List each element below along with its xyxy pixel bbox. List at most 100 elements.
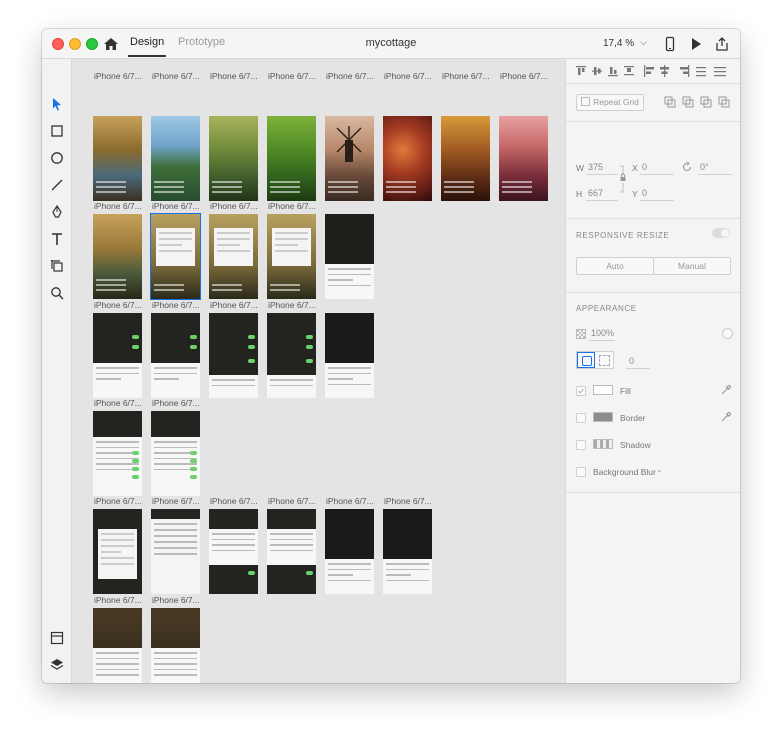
width-input[interactable] [586,162,618,175]
lock-aspect-icon[interactable] [619,165,627,193]
select-tool-icon[interactable] [49,96,65,112]
artboard-label[interactable]: iPhone 6/7... [152,595,208,605]
artboard-label[interactable]: iPhone 6/7... [326,71,382,81]
repeat-grid-button[interactable]: Repeat Grid [576,94,644,111]
border-checkbox[interactable] [576,413,586,423]
zoom-tool-icon[interactable] [49,285,65,301]
artboard[interactable] [93,313,142,398]
artboard-label[interactable]: iPhone 6/7... [94,398,150,408]
artboard-label[interactable]: iPhone 6/7... [500,71,556,81]
artboard-label[interactable]: iPhone 6/7... [268,300,324,310]
artboard[interactable] [93,608,142,683]
artboard[interactable] [151,313,200,398]
zoom-level[interactable]: 17,4 % [603,38,634,49]
artboard-label[interactable]: iPhone 6/7... [210,71,266,81]
artboard[interactable] [151,116,200,201]
opacity-slider-handle[interactable] [722,328,733,339]
ellipse-tool-icon[interactable] [49,150,65,166]
artboard-label[interactable]: iPhone 6/7... [268,71,324,81]
artboard[interactable] [93,116,142,201]
artboard[interactable] [93,411,142,496]
share-icon[interactable] [714,36,730,52]
background-blur-checkbox[interactable] [576,467,586,477]
artboard[interactable] [325,214,374,299]
artboard-label[interactable]: iPhone 6/7... [152,496,208,506]
artboard-label[interactable]: iPhone 6/7... [442,71,498,81]
artboard[interactable] [267,313,316,398]
artboard-label[interactable]: iPhone 6/7... [152,71,208,81]
artboard-label[interactable]: iPhone 6/7... [94,496,150,506]
assets-panel-icon[interactable] [49,630,65,646]
x-input[interactable] [640,162,674,175]
artboard-label[interactable]: iPhone 6/7... [152,201,208,211]
artboard-label[interactable]: iPhone 6/7... [268,496,324,506]
artboard[interactable] [499,116,548,201]
artboard-label[interactable]: iPhone 6/7... [94,595,150,605]
artboard-label[interactable]: iPhone 6/7... [384,496,440,506]
artboard[interactable] [151,509,200,594]
align-icons[interactable] [576,65,686,77]
artboard-label[interactable]: iPhone 6/7... [268,201,324,211]
artboard-label[interactable]: iPhone 6/7... [152,398,208,408]
rotation-input[interactable] [698,162,732,175]
artboard[interactable] [441,116,490,201]
artboard[interactable] [209,116,258,201]
fill-checkbox[interactable] [576,386,586,396]
y-input[interactable] [640,188,674,201]
shadow-color-swatch[interactable] [593,439,613,449]
text-tool-icon[interactable] [49,231,65,247]
artboard-label[interactable]: iPhone 6/7... [210,496,266,506]
layers-panel-icon[interactable] [49,657,65,673]
pen-tool-icon[interactable] [49,204,65,220]
artboard[interactable] [151,411,200,496]
opacity-icon [576,329,586,339]
eyedropper-icon[interactable] [720,384,732,396]
line-tool-icon[interactable] [49,177,65,193]
design-canvas[interactable]: iPhone 6/7... iPhone 6/7... iPhone 6/7..… [72,59,565,683]
responsive-resize-toggle[interactable] [712,228,730,238]
border-color-swatch[interactable] [593,412,613,422]
uniform-corner-button[interactable] [577,352,595,368]
artboard[interactable] [383,509,432,594]
device-preview-icon[interactable] [662,36,678,52]
fill-color-swatch[interactable] [593,385,613,395]
artboard[interactable] [93,509,142,594]
shadow-checkbox[interactable] [576,440,586,450]
artboard[interactable] [267,509,316,594]
artboard[interactable] [325,509,374,594]
artboard-label[interactable]: iPhone 6/7... [152,300,208,310]
chevron-down-icon[interactable]: ⌵ [640,37,647,48]
artboard[interactable] [209,313,258,398]
artboard[interactable] [383,116,432,201]
artboard-label[interactable]: iPhone 6/7... [94,300,150,310]
artboard[interactable] [151,608,200,683]
artboard-selected[interactable] [150,213,201,300]
artboard[interactable] [325,116,374,201]
individual-corner-button[interactable] [599,355,610,366]
artboard-label[interactable]: iPhone 6/7... [210,201,266,211]
artboard-label[interactable]: iPhone 6/7... [94,201,150,211]
chevron-down-icon[interactable]: ⌄ [656,465,663,474]
rectangle-tool-icon[interactable] [49,123,65,139]
artboard-label[interactable]: iPhone 6/7... [94,71,150,81]
artboard[interactable] [267,116,316,201]
artboard[interactable] [93,214,142,299]
boolean-ops-icons[interactable] [664,96,732,108]
artboard-tool-icon[interactable] [49,258,65,274]
responsive-resize-section: RESPONSIVE RESIZE Auto Manual [566,218,740,293]
artboard[interactable] [209,509,258,594]
manual-button[interactable]: Manual [653,257,731,275]
opacity-input[interactable] [589,328,615,341]
artboard-label[interactable]: iPhone 6/7... [326,496,382,506]
eyedropper-icon[interactable] [720,411,732,423]
height-input[interactable] [586,188,618,201]
play-icon[interactable] [688,36,704,52]
artboard-label[interactable]: iPhone 6/7... [210,300,266,310]
artboard[interactable] [209,214,258,299]
artboard-label[interactable]: iPhone 6/7... [384,71,440,81]
artboard[interactable] [325,313,374,398]
artboard[interactable] [267,214,316,299]
distribute-icons[interactable] [678,65,734,77]
auto-button[interactable]: Auto [576,257,654,275]
corner-radius-input[interactable] [626,356,650,369]
